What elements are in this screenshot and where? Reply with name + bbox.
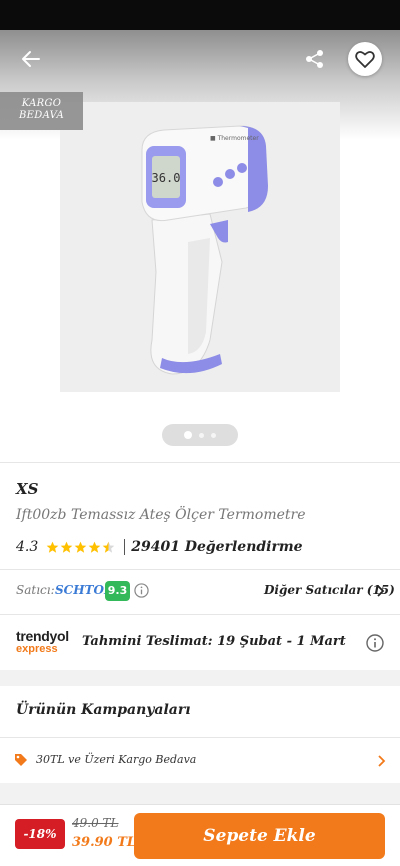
status-bar bbox=[0, 0, 400, 30]
pager-dot[interactable] bbox=[211, 432, 216, 438]
purchase-bar: -18% 49.0 TL 39.90 TL Sepete Ekle bbox=[0, 804, 400, 866]
favorite-button[interactable] bbox=[348, 42, 382, 76]
image-pager[interactable] bbox=[162, 424, 238, 446]
old-price: 49.0 TL bbox=[72, 816, 119, 830]
campaign-label: 30TL ve Üzeri Kargo Bedava bbox=[36, 753, 197, 766]
logo-bottom-text: express bbox=[16, 643, 58, 655]
chevron-right-icon bbox=[377, 585, 385, 597]
section-gap bbox=[0, 670, 400, 686]
product-gallery[interactable]: 36.0 ■ Thermometer KARGO BEDAVA bbox=[0, 30, 400, 462]
section-gap bbox=[0, 783, 400, 804]
pager-dot[interactable] bbox=[199, 432, 204, 438]
delivery-row: trendyol express Tahmini Teslimat: 19 Şu… bbox=[0, 615, 400, 670]
heart-icon bbox=[355, 51, 375, 68]
seller-label: Satıcı: bbox=[16, 583, 55, 597]
badge-line2: BEDAVA bbox=[19, 110, 64, 121]
badge-line1: KARGO bbox=[21, 98, 62, 109]
rating-row[interactable]: 4.3 29401 Değerlendirme bbox=[16, 537, 303, 557]
back-button[interactable] bbox=[14, 42, 48, 76]
share-icon bbox=[306, 50, 323, 68]
free-shipping-badge: KARGO BEDAVA bbox=[0, 92, 83, 130]
info-icon[interactable] bbox=[134, 583, 149, 598]
svg-text:36.0: 36.0 bbox=[152, 171, 181, 185]
product-image[interactable]: 36.0 ■ Thermometer bbox=[60, 102, 340, 392]
pager-dot-active[interactable] bbox=[184, 431, 192, 439]
top-bar bbox=[0, 30, 400, 86]
rating-divider bbox=[124, 539, 126, 555]
star-icon bbox=[88, 541, 101, 553]
current-price: 39.90 TL bbox=[72, 835, 137, 850]
seller-row: Satıcı: SCHTOK 9.3 Diğer Satıcılar (15) bbox=[0, 569, 400, 615]
star-icon bbox=[46, 541, 59, 553]
estimated-delivery: Tahmini Teslimat: 19 Şubat - 1 Mart bbox=[82, 634, 346, 649]
trendyol-express-logo: trendyol express bbox=[16, 629, 76, 655]
campaigns-title: Ürünün Kampanyaları bbox=[16, 702, 191, 718]
product-brand[interactable]: XS bbox=[16, 480, 38, 498]
thermometer-illustration: 36.0 ■ Thermometer bbox=[60, 102, 340, 392]
half-star-icon bbox=[102, 541, 115, 553]
rating-stars bbox=[46, 541, 116, 554]
seller-score-badge: 9.3 bbox=[105, 581, 130, 601]
star-icon bbox=[74, 541, 87, 553]
rating-value: 4.3 bbox=[16, 539, 39, 555]
campaign-item[interactable]: 30TL ve Üzeri Kargo Bedava bbox=[0, 737, 400, 783]
info-icon[interactable] bbox=[366, 634, 384, 652]
chevron-right-icon bbox=[378, 755, 386, 767]
star-icon bbox=[60, 541, 73, 553]
product-name: Ift00zb Temassız Ateş Ölçer Termometre bbox=[16, 507, 306, 523]
logo-top-text: trendyol bbox=[16, 628, 69, 644]
discount-badge: -18% bbox=[15, 819, 65, 849]
divider bbox=[0, 462, 400, 463]
add-to-cart-button[interactable]: Sepete Ekle bbox=[134, 813, 385, 859]
svg-text:■ Thermometer: ■ Thermometer bbox=[210, 135, 259, 142]
arrow-left-icon bbox=[22, 51, 40, 67]
tag-icon bbox=[15, 754, 27, 766]
review-count[interactable]: 29401 Değerlendirme bbox=[131, 539, 302, 555]
share-button[interactable] bbox=[298, 42, 332, 76]
